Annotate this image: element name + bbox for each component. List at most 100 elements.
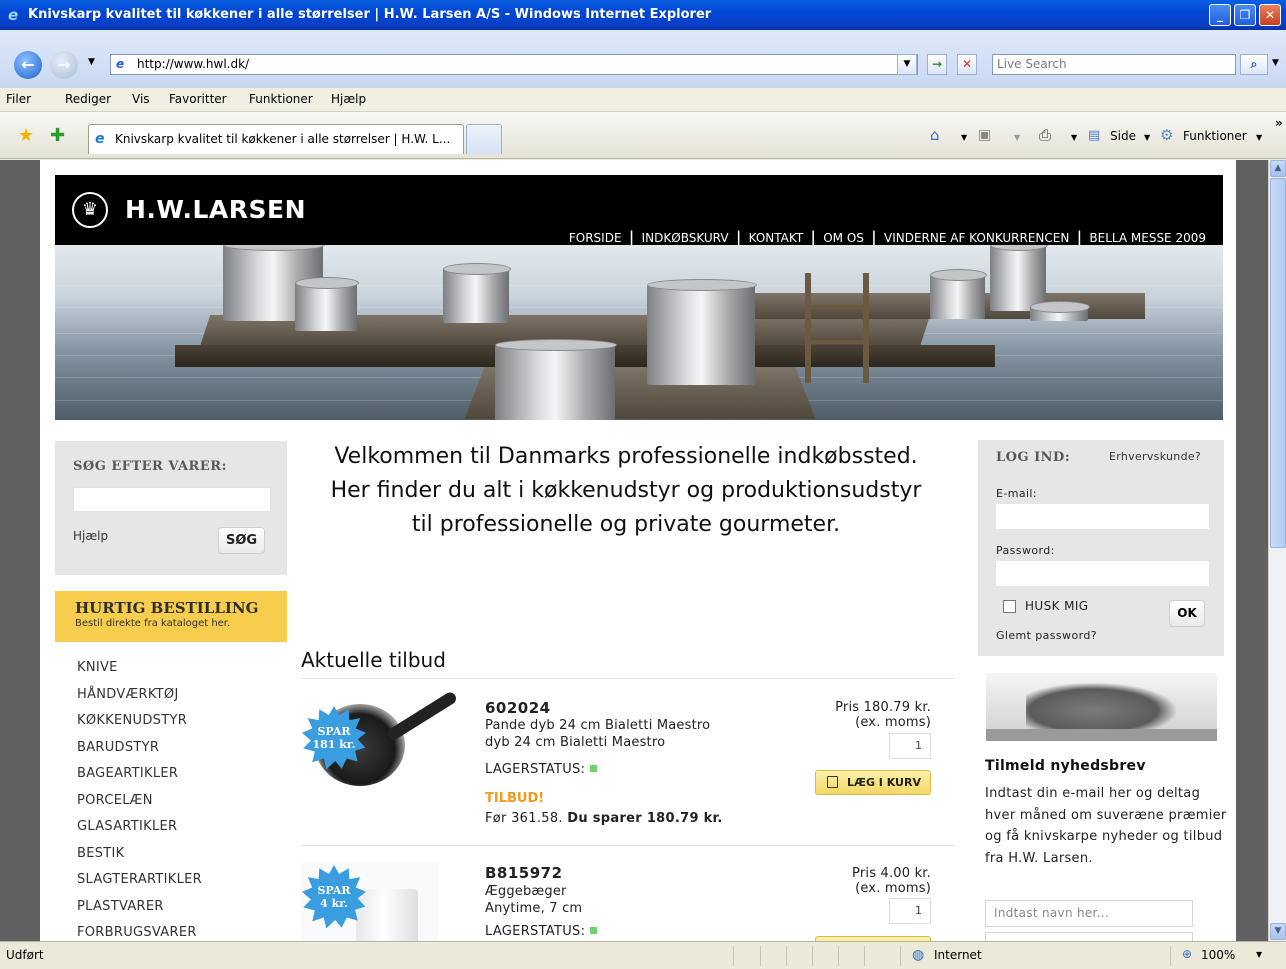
menu-funktioner[interactable]: Funktioner (249, 92, 313, 106)
category-plastvarer[interactable]: PLASTVARER (77, 899, 202, 926)
add-favorite-icon[interactable]: ✚ (50, 125, 65, 146)
chevron-more-icon[interactable]: » (1275, 116, 1283, 130)
login-email-field[interactable] (996, 504, 1209, 529)
category-haandvaerktoj[interactable]: HÅNDVÆRKTØJ (77, 687, 202, 714)
tools-dropdown-icon[interactable]: ▼ (1256, 133, 1262, 142)
login-heading: LOG IND: (996, 450, 1071, 465)
logo-emblem-icon[interactable]: ♛ (72, 192, 108, 228)
quick-order-subtitle: Bestil direkte fra kataloget her. (75, 618, 231, 629)
search-button[interactable]: ⌕ (1240, 54, 1268, 75)
address-input[interactable]: e http://www.hwl.dk/ (110, 54, 918, 75)
menu-filer[interactable]: Filer (6, 92, 31, 106)
home-icon[interactable]: ⌂ (930, 126, 940, 144)
savings-text: Før 361.58. Du sparer 180.79 kr. (485, 811, 723, 826)
nav-vinderne[interactable]: VINDERNE AF KONKURRENCEN (884, 231, 1069, 245)
scroll-up-icon[interactable]: ▲ (1270, 160, 1286, 177)
search-panel: SØG EFTER VARER: Hjælp SØG (55, 441, 287, 575)
search-help-link[interactable]: Hjælp (73, 529, 108, 543)
forgot-password-link[interactable]: Glemt password? (996, 629, 1097, 642)
nav-kontakt[interactable]: KONTAKT (749, 231, 804, 245)
zoom-icon[interactable]: ⊕ (1182, 947, 1192, 961)
go-button[interactable]: → (927, 54, 947, 75)
remember-me-label: HUSK MIG (1025, 599, 1089, 613)
status-divider (900, 946, 901, 966)
tools-menu-button[interactable]: Funktioner (1183, 129, 1247, 143)
newsletter-name-input[interactable]: Indtast navn her... (985, 900, 1193, 927)
product-search-input[interactable] (73, 487, 271, 512)
scroll-down-icon[interactable]: ▼ (1270, 923, 1286, 940)
tab-active[interactable]: e Knivskarp kvalitet til køkkener i alle… (88, 124, 464, 154)
stop-button[interactable]: ✕ (957, 54, 977, 75)
category-forbrugsvarer[interactable]: FORBRUGSVARER (77, 925, 202, 941)
menu-hjaelp[interactable]: Hjælp (331, 92, 366, 106)
you-save: Du sparer 180.79 kr. (567, 811, 723, 826)
category-knive[interactable]: KNIVE (77, 660, 202, 687)
email-label: E-mail: (996, 487, 1037, 500)
offer-label: TILBUD! (485, 791, 545, 806)
login-password-field[interactable] (996, 561, 1209, 586)
print-icon[interactable]: ⎙ (1039, 126, 1051, 144)
category-slagterartikler[interactable]: SLAGTERARTIKLER (77, 872, 202, 899)
live-search-input[interactable]: Live Search (992, 54, 1236, 75)
quantity-input[interactable]: 1 (889, 733, 931, 759)
nav-om-os[interactable]: OM OS (823, 231, 864, 245)
category-barudstyr[interactable]: BARUDSTYR (77, 740, 202, 767)
address-dropdown-button[interactable]: ▼ (897, 54, 917, 75)
menu-favoritter[interactable]: Favoritter (169, 92, 227, 106)
scroll-thumb[interactable] (1270, 178, 1286, 548)
home-dropdown-icon[interactable]: ▼ (961, 133, 967, 142)
minimize-button[interactable]: _ (1209, 4, 1231, 26)
back-button[interactable]: ← (14, 51, 42, 79)
window-title: Knivskarp kvalitet til køkkener i alle s… (28, 7, 712, 22)
status-divider (760, 946, 761, 966)
menu-vis[interactable]: Vis (132, 92, 150, 106)
search-heading: SØG EFTER VARER: (73, 459, 227, 474)
nav-indkobskurv[interactable]: INDKØBSKURV (642, 231, 729, 245)
print-dropdown-icon[interactable]: ▼ (1071, 133, 1077, 142)
product-code[interactable]: 602024 (485, 699, 551, 717)
stock-label: LAGERSTATUS: (485, 924, 586, 939)
ie-logo-icon: e (8, 6, 19, 24)
category-bageartikler[interactable]: BAGEARTIKLER (77, 766, 202, 793)
search-options-icon[interactable]: ▼ (1272, 58, 1279, 68)
window-title-bar[interactable]: e Knivskarp kvalitet til køkkener i alle… (0, 0, 1286, 30)
nav-bella-messe[interactable]: BELLA MESSE 2009 (1089, 231, 1206, 245)
favorites-star-icon[interactable]: ★ (18, 125, 34, 146)
page-menu-button[interactable]: Side (1110, 129, 1136, 143)
search-submit-button[interactable]: SØG (218, 527, 265, 554)
feeds-icon[interactable]: ▣ (978, 127, 991, 143)
category-porcelaen[interactable]: PORCELÆN (77, 793, 202, 820)
quick-order-title: HURTIG BESTILLING (75, 599, 259, 617)
quantity-input[interactable]: 1 (889, 898, 931, 924)
forward-button[interactable]: → (50, 51, 78, 79)
login-ok-button[interactable]: OK (1169, 600, 1205, 627)
category-kokkenudstyr[interactable]: KØKKENUDSTYR (77, 713, 202, 740)
business-customer-link[interactable]: Erhvervskunde? (1109, 450, 1201, 463)
price: Pris 180.79 kr. (835, 700, 931, 715)
quick-order-banner[interactable]: HURTIG BESTILLING Bestil direkte fra kat… (55, 591, 287, 642)
history-dropdown-icon[interactable]: ▼ (88, 57, 95, 67)
newsletter-text: Indtast din e-mail her og deltag hver må… (985, 786, 1227, 866)
vertical-scrollbar[interactable]: ▲ ▼ (1268, 160, 1286, 941)
category-glasartikler[interactable]: GLASARTIKLER (77, 819, 202, 846)
menu-rediger[interactable]: Rediger (65, 92, 111, 106)
feeds-dropdown-icon[interactable]: ▼ (1014, 133, 1020, 142)
close-button[interactable]: ✕ (1259, 4, 1281, 26)
chevron-down-icon: ▼ (903, 59, 911, 69)
zoom-dropdown-icon[interactable]: ▼ (1256, 950, 1262, 959)
newsletter-email-input[interactable] (985, 932, 1193, 941)
category-bestik[interactable]: BESTIK (77, 846, 202, 873)
status-text: Udført (6, 948, 44, 962)
product-code[interactable]: B815972 (485, 864, 563, 882)
new-tab-button[interactable] (466, 124, 502, 154)
badge-amount: 181 kr. (312, 738, 356, 751)
page-dropdown-icon[interactable]: ▼ (1144, 133, 1150, 142)
remember-me-checkbox[interactable] (1003, 600, 1016, 613)
zoom-level[interactable]: 100% (1201, 948, 1235, 962)
restore-button[interactable]: ❐ (1234, 4, 1256, 26)
add-to-cart-button[interactable]: LÆG I KURV (815, 770, 931, 795)
ie-tab-icon: e (95, 131, 105, 147)
page-menu-icon: ▤ (1088, 128, 1101, 143)
site-logo[interactable]: H.W.LARSEN (125, 195, 306, 224)
nav-forside[interactable]: FORSIDE (569, 231, 622, 245)
